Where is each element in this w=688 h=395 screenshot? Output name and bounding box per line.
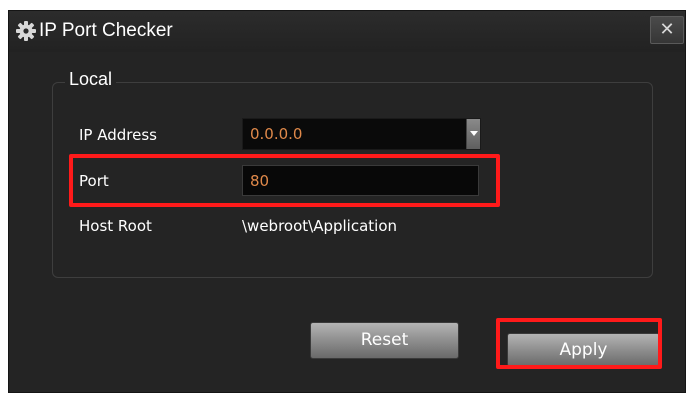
port-label: Port [79,172,109,190]
reset-button[interactable]: Reset [310,322,459,359]
local-group-title: Local [65,68,117,90]
host-root-label: Host Root [79,217,152,235]
ip-address-value: 0.0.0.0 [250,125,303,143]
close-button[interactable]: ✕ [650,16,684,44]
title-bar: IP Port Checker ✕ [9,11,685,52]
close-icon: ✕ [659,19,675,40]
chevron-down-icon [470,131,478,136]
ip-port-checker-dialog: IP Port Checker ✕ Local IP Address 0.0.0… [8,10,686,393]
window-title: IP Port Checker [39,20,173,41]
ip-address-label: IP Address [79,126,157,144]
apply-button[interactable]: Apply [507,333,660,367]
ip-address-dropdown[interactable]: 0.0.0.0 [242,118,481,150]
gear-icon [16,21,36,41]
ip-address-dropdown-button[interactable] [466,119,480,149]
host-root-value: \webroot\Application [242,217,398,235]
port-input[interactable] [242,165,479,196]
